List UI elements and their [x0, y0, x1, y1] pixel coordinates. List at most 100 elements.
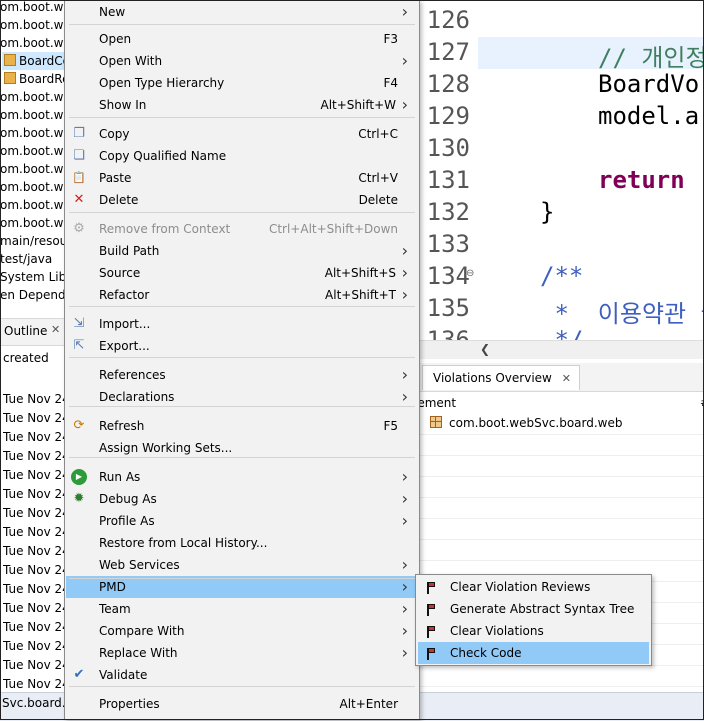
- explorer-item[interactable]: om.boot.w: [0, 106, 63, 124]
- menu-item-run-as[interactable]: ▶ Run As ›: [66, 466, 418, 488]
- menu-item-shortcut: F3: [383, 32, 398, 46]
- outline-row[interactable]: Tue Nov 24: [3, 561, 66, 580]
- menu-item-open-type-hierarchy[interactable]: Open Type Hierarchy F4: [66, 72, 418, 94]
- chevron-right-icon: ›: [401, 511, 408, 530]
- outline-row[interactable]: Tue Nov 24: [3, 485, 66, 504]
- pmd-submenu[interactable]: Clear Violation Reviews Generate Abstract…: [415, 574, 652, 666]
- menu-item-debug-as[interactable]: ✹ Debug As ›: [66, 488, 418, 510]
- explorer-item[interactable]: BoardCor: [2, 52, 66, 70]
- menu-item-open-with[interactable]: Open With ›: [66, 50, 418, 72]
- menu-item-new[interactable]: New ›: [66, 1, 418, 23]
- explorer-item[interactable]: om.boot.w: [0, 178, 63, 196]
- menu-item-copy[interactable]: ❐ Copy Ctrl+C: [66, 123, 418, 145]
- outline-row[interactable]: Tue Nov 24: [3, 504, 66, 523]
- outline-row[interactable]: Tue Nov 24: [3, 390, 66, 409]
- menu-item-pmd[interactable]: PMD ›: [66, 576, 418, 598]
- pmd-icon: [426, 646, 436, 660]
- menu-item-shortcut: Ctrl+C: [358, 127, 398, 141]
- menu-item-shortcut: F5: [383, 419, 398, 433]
- menu-item-label: Declarations: [99, 390, 175, 404]
- menu-item-restore-from-local-history[interactable]: Restore from Local History...: [66, 532, 418, 554]
- explorer-item[interactable]: BoardRes: [2, 70, 66, 88]
- explorer-item-label: om.boot.w: [0, 18, 64, 32]
- menu-item-references[interactable]: References ›: [66, 364, 418, 386]
- menu-item-refactor[interactable]: Refactor Alt+Shift+T ›: [66, 284, 418, 306]
- explorer-item-label: main/resou: [0, 234, 66, 248]
- explorer-item[interactable]: om.boot.w: [0, 142, 63, 160]
- scroll-left-icon[interactable]: ❮: [480, 342, 490, 356]
- menu-item-web-services[interactable]: Web Services ›: [66, 554, 418, 576]
- menu-item-label: Debug As: [99, 492, 157, 506]
- menu-item-shortcut: Alt+Shift+W: [320, 98, 397, 112]
- outline-row[interactable]: Tue Nov 24: [3, 523, 66, 542]
- explorer-item[interactable]: main/resou: [0, 232, 66, 250]
- menu-item-build-path[interactable]: Build Path ›: [66, 240, 418, 262]
- grid-line: [418, 560, 704, 561]
- outline-row[interactable]: Tue Nov 24: [3, 656, 66, 675]
- menu-item-export[interactable]: ⇱ Export...: [66, 335, 418, 357]
- violations-overview-tab[interactable]: Violations Overview ✕: [422, 365, 580, 390]
- outline-tab-label[interactable]: Outline: [4, 324, 47, 338]
- outline-row[interactable]: Tue Nov 24: [3, 675, 66, 690]
- menu-separator: [69, 24, 415, 25]
- submenu-item-clear-violations[interactable]: Clear Violations: [418, 620, 649, 642]
- menu-item-copy-qualified-name[interactable]: ❏ Copy Qualified Name: [66, 145, 418, 167]
- menu-item-show-in[interactable]: Show In Alt+Shift+W ›: [66, 94, 418, 116]
- menu-item-label: PMD: [99, 580, 126, 594]
- outline-row[interactable]: Tue Nov 24: [3, 466, 66, 485]
- menu-item-replace-with[interactable]: Replace With ›: [66, 642, 418, 664]
- outline-row[interactable]: Tue Nov 24: [3, 428, 66, 447]
- close-icon[interactable]: ✕: [51, 323, 60, 336]
- menu-item-delete[interactable]: ✕ Delete Delete: [66, 189, 418, 211]
- explorer-item[interactable]: en Depend: [0, 286, 66, 304]
- menu-item-assign-working-sets[interactable]: Assign Working Sets...: [66, 437, 418, 459]
- explorer-item[interactable]: om.boot.w: [0, 16, 63, 34]
- explorer-item[interactable]: om.boot.w: [0, 214, 63, 232]
- submenu-item-clear-violation-reviews[interactable]: Clear Violation Reviews: [418, 576, 649, 598]
- menu-item-paste[interactable]: 📋 Paste Ctrl+V: [66, 167, 418, 189]
- menu-item-compare-with[interactable]: Compare With ›: [66, 620, 418, 642]
- package-icon: [430, 416, 442, 428]
- menu-item-team[interactable]: Team ›: [66, 598, 418, 620]
- explorer-item[interactable]: om.boot.w: [0, 160, 63, 178]
- outline-row[interactable]: Tue Nov 24: [3, 618, 66, 637]
- code-editor[interactable]: 126 127 // 개인정 128 BoardVo 129 model.a 130 131 re…: [418, 0, 704, 345]
- menu-item-label: Open: [99, 32, 132, 46]
- menu-item-profile-as[interactable]: Profile As ›: [66, 510, 418, 532]
- menu-item-properties[interactable]: Properties Alt+Enter: [66, 693, 418, 715]
- submenu-item-check-code[interactable]: Check Code: [418, 642, 649, 664]
- outline-row[interactable]: Tue Nov 24: [3, 542, 66, 561]
- line-number: 133: [426, 230, 470, 258]
- outline-row[interactable]: Tue Nov 24: [3, 447, 66, 466]
- outline-row[interactable]: Tue Nov 24: [3, 599, 66, 618]
- explorer-item-label: om.boot.w: [0, 198, 64, 212]
- menu-item-open[interactable]: Open F3: [66, 28, 418, 50]
- fold-icon[interactable]: ⊖: [466, 268, 474, 279]
- explorer-item[interactable]: test/java: [0, 250, 52, 268]
- explorer-item[interactable]: System Lib: [0, 268, 66, 286]
- explorer-item[interactable]: om.boot.w: [0, 34, 63, 52]
- violation-row[interactable]: com.boot.webSvc.board.web: [449, 416, 623, 430]
- explorer-item[interactable]: om.boot.w: [0, 196, 63, 214]
- explorer-item-label: om.boot.w: [0, 126, 64, 140]
- outline-row[interactable]: Tue Nov 24: [3, 580, 66, 599]
- explorer-item[interactable]: om.boot.w: [0, 124, 63, 142]
- outline-row[interactable]: Tue Nov 24: [3, 409, 66, 428]
- menu-item-import[interactable]: ⇲ Import...: [66, 313, 418, 335]
- explorer-item[interactable]: om.boot.w: [0, 0, 63, 16]
- submenu-item-generate-abstract-syntax-tree[interactable]: Generate Abstract Syntax Tree: [418, 598, 649, 620]
- menu-item-declarations[interactable]: Declarations ›: [66, 386, 418, 408]
- menu-item-label: Source: [99, 266, 141, 280]
- outline-row[interactable]: Tue Nov 24: [3, 637, 66, 656]
- menu-item-label: Restore from Local History...: [99, 536, 268, 550]
- menu-item-source[interactable]: Source Alt+Shift+S ›: [66, 262, 418, 284]
- menu-item-shortcut: Alt+Shift+S: [324, 266, 396, 280]
- java-file-icon: [4, 54, 16, 66]
- menu-item-validate[interactable]: ✔ Validate: [66, 664, 418, 686]
- context-menu[interactable]: New › Open F3 Open With › Open Type Hierarchy F…: [64, 0, 420, 720]
- explorer-item[interactable]: om.boot.w: [0, 88, 63, 106]
- close-icon[interactable]: ✕: [562, 372, 571, 385]
- menu-item-refresh[interactable]: ⟳ Refresh F5: [66, 415, 418, 437]
- explorer-item-label: en Depend: [0, 288, 66, 302]
- horizontal-scrollbar[interactable]: ❮: [418, 340, 704, 359]
